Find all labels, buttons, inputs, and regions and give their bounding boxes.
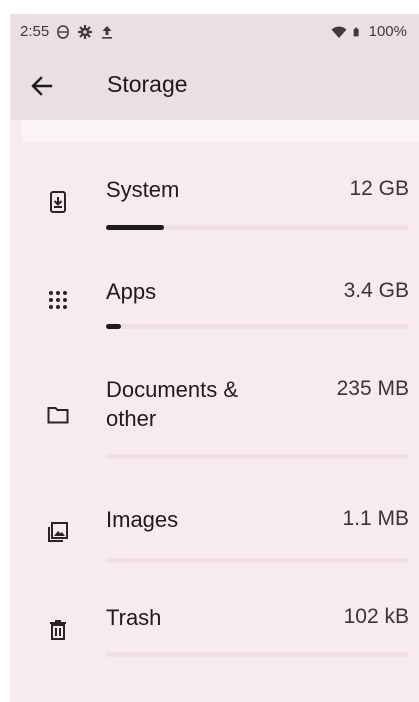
page-title: Storage xyxy=(107,71,188,97)
storage-row-trash[interactable]: Trash 102 kB xyxy=(10,592,419,684)
trash-icon xyxy=(50,620,66,640)
status-right: 100% xyxy=(331,23,407,40)
scrolled-content-edge xyxy=(22,120,419,142)
row-label: System xyxy=(106,177,180,202)
row-value: 102 kB xyxy=(343,605,409,628)
data-saver-icon xyxy=(57,24,70,39)
storage-row-system[interactable]: System 12 GB xyxy=(10,164,419,256)
usage-bar xyxy=(106,454,409,459)
storage-row-apps[interactable]: Apps 3.4 GB xyxy=(10,266,419,358)
battery-icon xyxy=(353,27,359,36)
row-label: Trash xyxy=(106,605,162,630)
row-label: Apps xyxy=(106,279,157,304)
usage-bar xyxy=(106,558,409,563)
row-value: 235 MB xyxy=(336,377,409,400)
back-arrow-icon[interactable] xyxy=(26,70,58,102)
battery-percent: 100% xyxy=(368,23,407,40)
images-icon xyxy=(48,522,68,542)
row-label: Documents & other xyxy=(106,377,239,431)
status-left: 2:55 xyxy=(20,23,115,40)
status-time: 2:55 xyxy=(20,23,50,40)
storage-screen: 2:55 100% Storage System 12 GB Apps 3.4 … xyxy=(10,14,419,702)
folder-icon xyxy=(47,407,69,424)
row-value: 3.4 GB xyxy=(343,279,409,302)
storage-row-documents[interactable]: Documents & other 235 MB xyxy=(10,369,419,479)
row-label: Images xyxy=(106,507,179,532)
usage-bar-fill xyxy=(106,225,164,230)
wifi-icon xyxy=(331,26,347,38)
status-bar: 2:55 100% xyxy=(10,14,419,50)
row-value: 1.1 MB xyxy=(342,507,409,530)
storage-row-images[interactable]: Images 1.1 MB xyxy=(10,494,419,586)
usage-bar-fill xyxy=(106,324,122,329)
upload-icon xyxy=(102,25,113,39)
gear-icon xyxy=(78,24,93,39)
usage-bar xyxy=(106,652,409,657)
usage-bar xyxy=(106,324,409,329)
row-value: 12 GB xyxy=(349,177,409,200)
usage-bar xyxy=(106,225,409,230)
app-bar: Storage xyxy=(10,50,419,120)
phone-download-icon xyxy=(50,191,66,213)
grid-dots-icon xyxy=(49,291,67,309)
